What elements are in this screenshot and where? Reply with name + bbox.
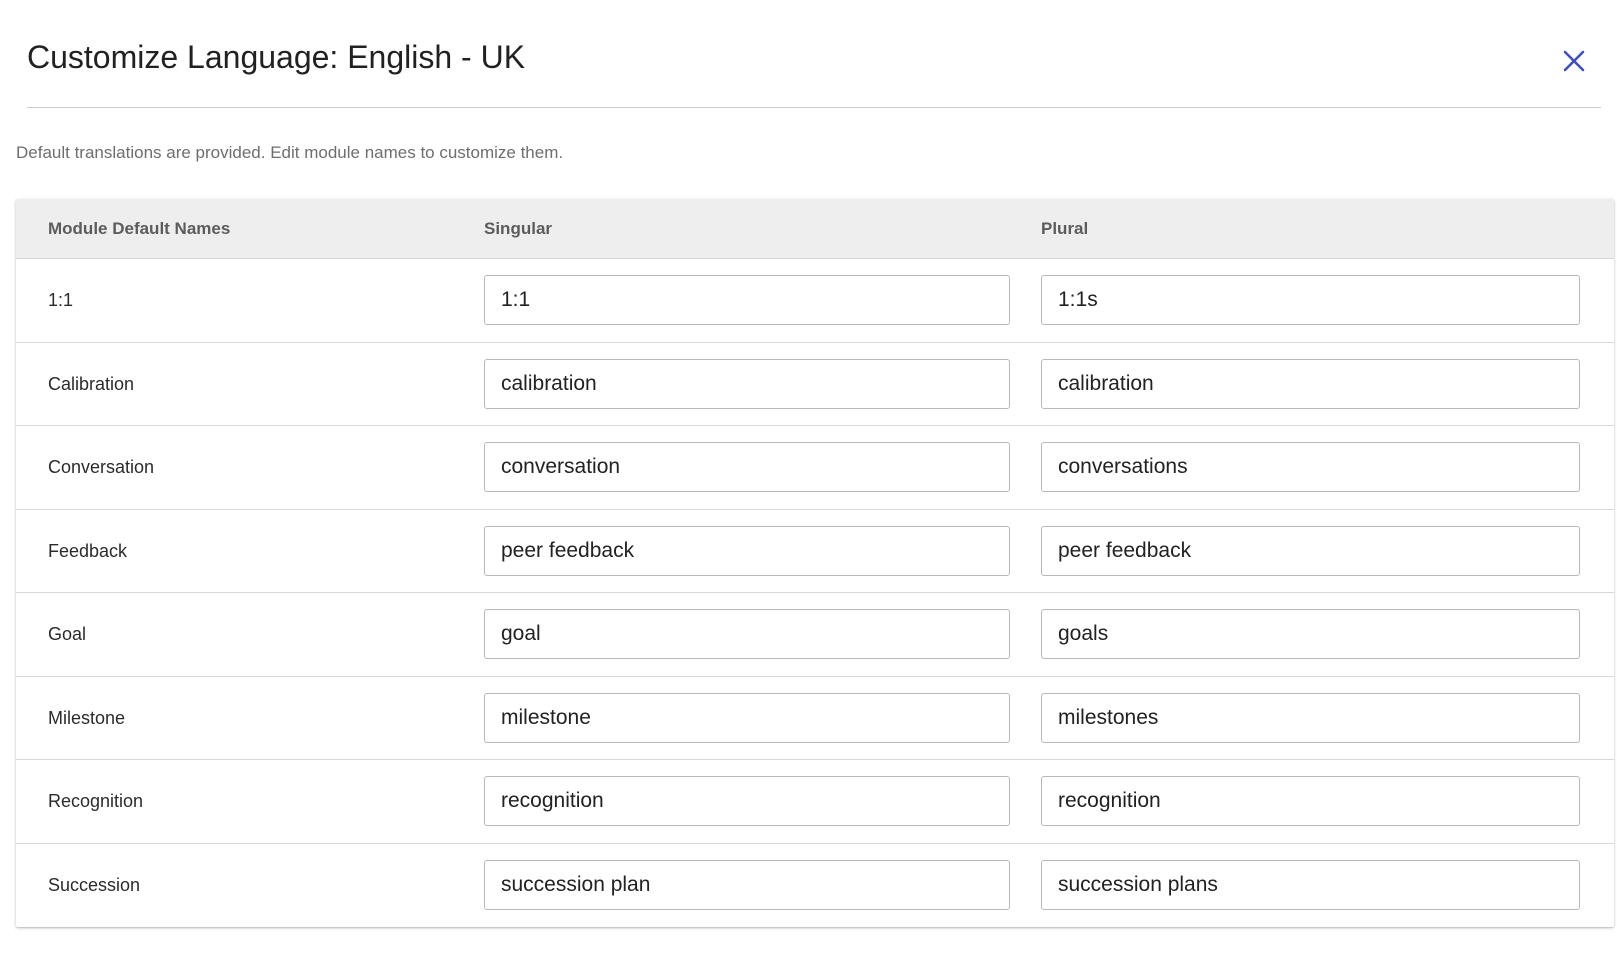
table-row: Recognition bbox=[16, 760, 1614, 844]
customize-language-dialog: Customize Language: English - UK Default… bbox=[0, 0, 1624, 960]
singular-name-input[interactable] bbox=[484, 776, 1010, 826]
table-row: Calibration bbox=[16, 343, 1614, 426]
singular-name-input[interactable] bbox=[484, 692, 1010, 743]
module-default-name: Succession bbox=[48, 874, 141, 895]
module-default-name: Goal bbox=[48, 624, 87, 644]
dialog-title: Customize Language: English - UK bbox=[27, 39, 526, 75]
plural-name-input[interactable] bbox=[1041, 275, 1580, 325]
column-header-singular: Singular bbox=[484, 219, 553, 238]
singular-name-input[interactable] bbox=[484, 859, 1010, 910]
singular-name-input[interactable] bbox=[484, 609, 1010, 659]
module-default-name: Conversation bbox=[48, 457, 155, 477]
close-button[interactable] bbox=[1557, 44, 1591, 78]
table-row: Succession bbox=[16, 844, 1614, 928]
module-default-name: Calibration bbox=[48, 373, 135, 394]
table-row: Conversation bbox=[16, 426, 1614, 510]
module-default-name: Recognition bbox=[48, 791, 144, 811]
table-row: 1:1 bbox=[16, 259, 1614, 343]
dialog-description: Default translations are provided. Edit … bbox=[16, 143, 564, 162]
plural-name-input[interactable] bbox=[1041, 525, 1580, 576]
module-default-name: 1:1 bbox=[48, 290, 74, 310]
singular-name-input[interactable] bbox=[484, 525, 1010, 576]
plural-name-input[interactable] bbox=[1041, 358, 1580, 409]
plural-name-input[interactable] bbox=[1041, 609, 1580, 659]
singular-name-input[interactable] bbox=[484, 358, 1010, 409]
table-row: Goal bbox=[16, 593, 1614, 677]
close-icon bbox=[1563, 50, 1585, 72]
module-names-table: Module Default Names Singular Plural 1:1… bbox=[16, 199, 1614, 927]
plural-name-input[interactable] bbox=[1041, 776, 1580, 826]
dialog-header: Customize Language: English - UK bbox=[27, 0, 1601, 108]
plural-name-input[interactable] bbox=[1041, 442, 1580, 492]
plural-name-input[interactable] bbox=[1041, 692, 1580, 743]
table-header: Module Default Names Singular Plural bbox=[16, 199, 1614, 259]
column-header-module-default-names: Module Default Names bbox=[48, 219, 231, 238]
singular-name-input[interactable] bbox=[484, 275, 1010, 325]
table-row: Feedback bbox=[16, 510, 1614, 593]
table-row: Milestone bbox=[16, 677, 1614, 760]
module-default-name: Milestone bbox=[48, 707, 126, 728]
singular-name-input[interactable] bbox=[484, 442, 1010, 492]
plural-name-input[interactable] bbox=[1041, 859, 1580, 910]
module-default-name: Feedback bbox=[48, 540, 128, 561]
column-header-plural: Plural bbox=[1041, 219, 1089, 238]
